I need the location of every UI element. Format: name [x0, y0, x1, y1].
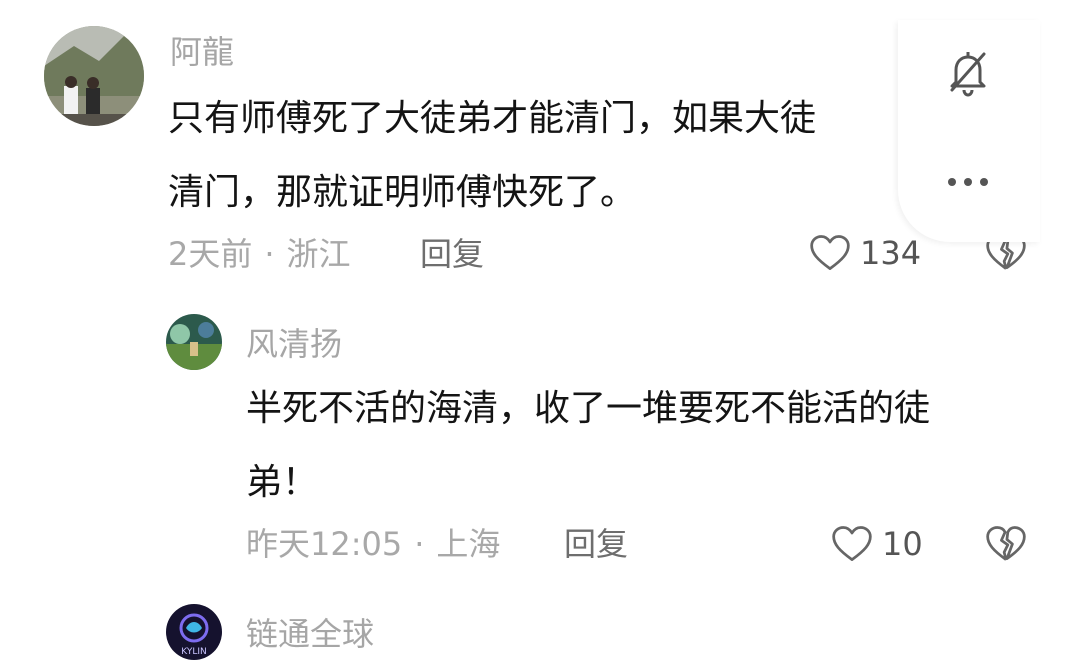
timestamp: 2天前 [168, 235, 253, 273]
username[interactable]: 阿龍 [170, 36, 234, 68]
reply-button[interactable]: 回复 [420, 238, 484, 270]
meta-separator: · [414, 525, 425, 563]
comment-line: 半死不活的海清，收了一堆要死不能活的徒 [246, 388, 931, 429]
location: 上海 [436, 525, 501, 563]
action-popover [898, 20, 1040, 242]
comment-text[interactable]: 只有师傅死了大徒弟才能清门，如果大徒 清门，那就证明师傅快死了。 [168, 82, 898, 230]
avatar[interactable] [166, 314, 222, 370]
heart-icon [832, 526, 872, 561]
comment-meta: 昨天12:05 · 上海 [246, 528, 500, 560]
location: 浙江 [286, 235, 351, 273]
comment-line: 只有师傅死了大徒弟才能清门，如果大徒 [168, 98, 817, 139]
kylin-logo-avatar-icon: KYLIN [166, 604, 222, 660]
heart-icon [810, 235, 850, 270]
like-count: 134 [860, 234, 922, 272]
username[interactable]: 链通全球 [246, 618, 374, 650]
more-icon [948, 178, 988, 186]
more-button[interactable] [944, 170, 992, 198]
avatar[interactable]: KYLIN [166, 604, 222, 660]
avatar[interactable] [44, 26, 144, 126]
like-button[interactable]: 10 [830, 522, 923, 566]
comment-meta: 2天前 · 浙江 [168, 238, 351, 270]
comment-text[interactable]: 半死不活的海清，收了一堆要死不能活的徒 弟！ [246, 372, 1046, 520]
like-count: 10 [882, 525, 923, 563]
photo-avatar-icon [44, 26, 144, 126]
mute-notifications-button[interactable] [946, 48, 990, 102]
timestamp: 昨天12:05 [246, 525, 403, 563]
comment-line: 弟！ [246, 462, 319, 503]
game-avatar-icon [166, 314, 222, 370]
broken-heart-icon [986, 526, 1026, 561]
avatar-logo-text: KYLIN [181, 647, 206, 657]
comment-3: KYLIN 链通全球 [0, 590, 1080, 660]
comment-2: 风清扬 半死不活的海清，收了一堆要死不能活的徒 弟！ 昨天12:05 · 上海 回复… [0, 290, 1080, 590]
reply-button[interactable]: 回复 [564, 528, 628, 560]
username[interactable]: 风清扬 [246, 328, 342, 360]
bell-off-icon [950, 52, 986, 97]
dislike-button[interactable] [984, 522, 1028, 566]
comment-line: 清门，那就证明师傅快死了。 [168, 172, 637, 213]
like-button[interactable]: 134 [808, 231, 921, 275]
meta-separator: · [264, 235, 275, 273]
